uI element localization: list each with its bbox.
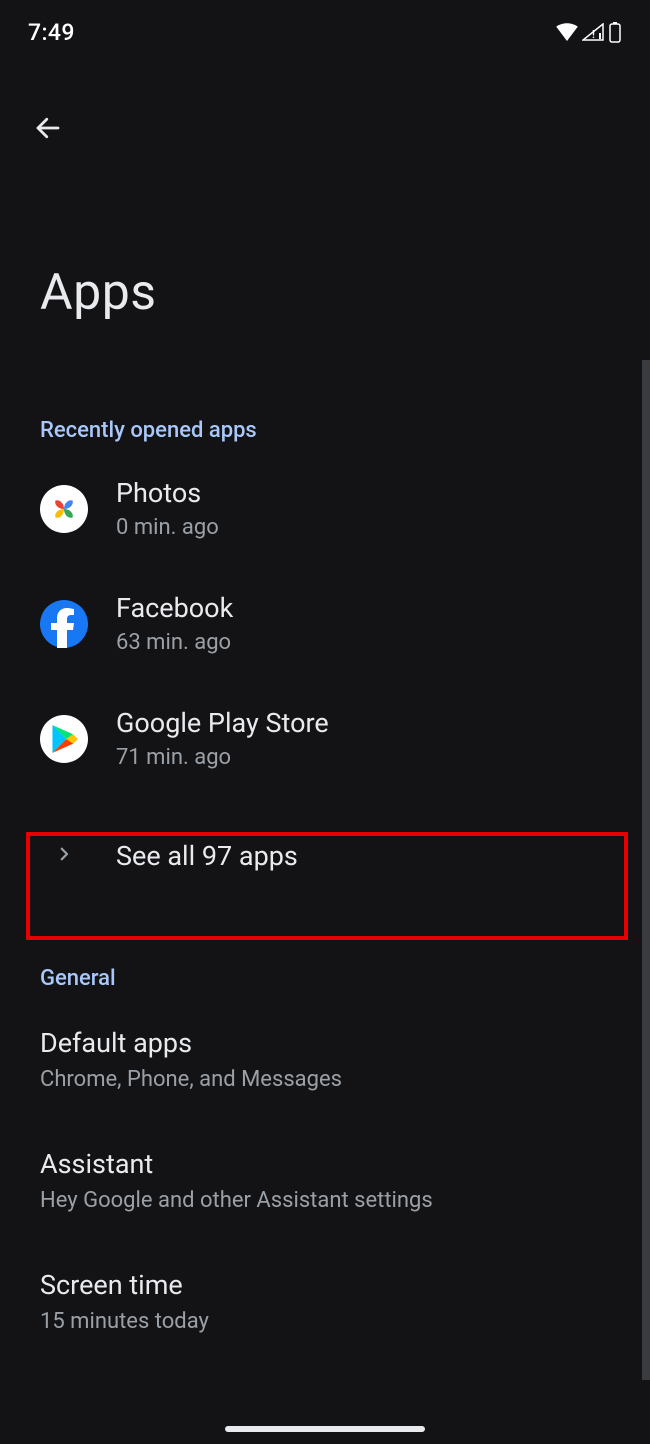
scrollbar[interactable] <box>642 360 650 1380</box>
app-bar <box>0 50 650 154</box>
status-time: 7:49 <box>28 19 75 46</box>
app-name: Google Play Store <box>116 707 329 739</box>
setting-title: Screen time <box>40 1269 650 1301</box>
recent-app-play-store[interactable]: Google Play Store 71 min. ago <box>0 681 650 796</box>
section-header-recent: Recently opened apps <box>0 322 650 451</box>
back-button[interactable] <box>24 106 72 154</box>
see-all-label: See all 97 apps <box>116 840 298 872</box>
wifi-icon <box>556 23 578 41</box>
battery-icon <box>608 21 622 43</box>
setting-subtitle: Chrome, Phone, and Messages <box>40 1067 650 1092</box>
setting-assistant[interactable]: Assistant Hey Google and other Assistant… <box>0 1120 650 1241</box>
setting-screen-time[interactable]: Screen time 15 minutes today <box>0 1241 650 1362</box>
setting-default-apps[interactable]: Default apps Chrome, Phone, and Messages <box>0 999 650 1120</box>
svg-text:!: ! <box>592 28 595 41</box>
app-name: Photos <box>116 477 219 509</box>
recent-app-facebook[interactable]: Facebook 63 min. ago <box>0 566 650 681</box>
setting-subtitle: 15 minutes today <box>40 1309 650 1334</box>
facebook-icon <box>40 600 88 648</box>
app-name: Facebook <box>116 592 233 624</box>
setting-title: Default apps <box>40 1027 650 1059</box>
play-store-icon <box>40 715 88 763</box>
app-time: 0 min. ago <box>116 515 219 540</box>
page-title: Apps <box>0 154 650 322</box>
status-icons: ! <box>556 21 622 43</box>
chevron-right-icon <box>55 845 73 867</box>
setting-title: Assistant <box>40 1148 650 1180</box>
recent-app-photos[interactable]: Photos 0 min. ago <box>0 451 650 566</box>
arrow-left-icon <box>33 113 63 147</box>
app-time: 71 min. ago <box>116 745 329 770</box>
navigation-pill[interactable] <box>225 1426 425 1432</box>
status-bar: 7:49 ! <box>0 0 650 50</box>
setting-subtitle: Hey Google and other Assistant settings <box>40 1188 650 1213</box>
photos-icon <box>40 485 88 533</box>
see-all-apps-button[interactable]: See all 97 apps <box>0 796 650 916</box>
app-time: 63 min. ago <box>116 630 233 655</box>
cellular-signal-icon: ! <box>582 23 604 41</box>
section-header-general: General <box>0 916 650 999</box>
